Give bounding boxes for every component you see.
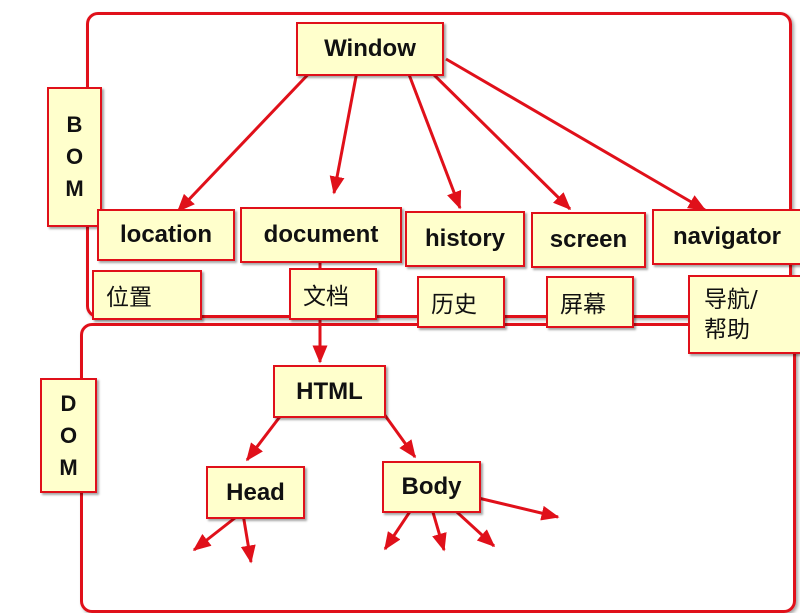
bom-letter: B xyxy=(66,112,83,137)
dom-label-box: D O M xyxy=(40,378,97,493)
location-desc: 位置 xyxy=(106,285,152,311)
dom-letter: D xyxy=(60,390,77,416)
bom-letter: O xyxy=(65,144,84,169)
dom-letter: M xyxy=(59,454,78,480)
document-desc: 文档 xyxy=(303,284,349,310)
navigator-node: navigator xyxy=(652,209,800,265)
location-desc-box: 位置 xyxy=(92,270,202,320)
html-node: HTML xyxy=(273,365,386,418)
history-label: history xyxy=(424,225,505,252)
history-desc: 历史 xyxy=(431,292,477,318)
window-node: Window xyxy=(296,22,444,76)
html-label: HTML xyxy=(296,377,363,405)
navigator-label: navigator xyxy=(672,223,782,250)
head-label: Head xyxy=(226,478,285,506)
screen-node: screen xyxy=(531,212,646,268)
dom-letter: O xyxy=(59,422,78,448)
screen-label: screen xyxy=(549,226,628,253)
navigator-desc-line2: 帮助 xyxy=(704,317,750,343)
document-label: document xyxy=(263,221,379,248)
screen-desc-box: 屏幕 xyxy=(546,276,634,328)
history-desc-box: 历史 xyxy=(417,276,505,328)
document-desc-box: 文档 xyxy=(289,268,377,320)
screen-desc: 屏幕 xyxy=(560,292,606,318)
navigator-desc-line1: 导航/ xyxy=(704,287,758,313)
history-node: history xyxy=(405,211,525,267)
body-node: Body xyxy=(382,461,481,513)
window-label: Window xyxy=(324,35,416,62)
location-node: location xyxy=(97,209,235,261)
head-node: Head xyxy=(206,466,305,519)
document-node: document xyxy=(240,207,402,263)
bom-label-box: B O M xyxy=(47,87,102,227)
body-label: Body xyxy=(401,473,462,500)
bom-letter: M xyxy=(65,176,84,201)
navigator-desc-box: 导航/ 帮助 xyxy=(688,275,800,354)
location-label: location xyxy=(119,221,212,248)
